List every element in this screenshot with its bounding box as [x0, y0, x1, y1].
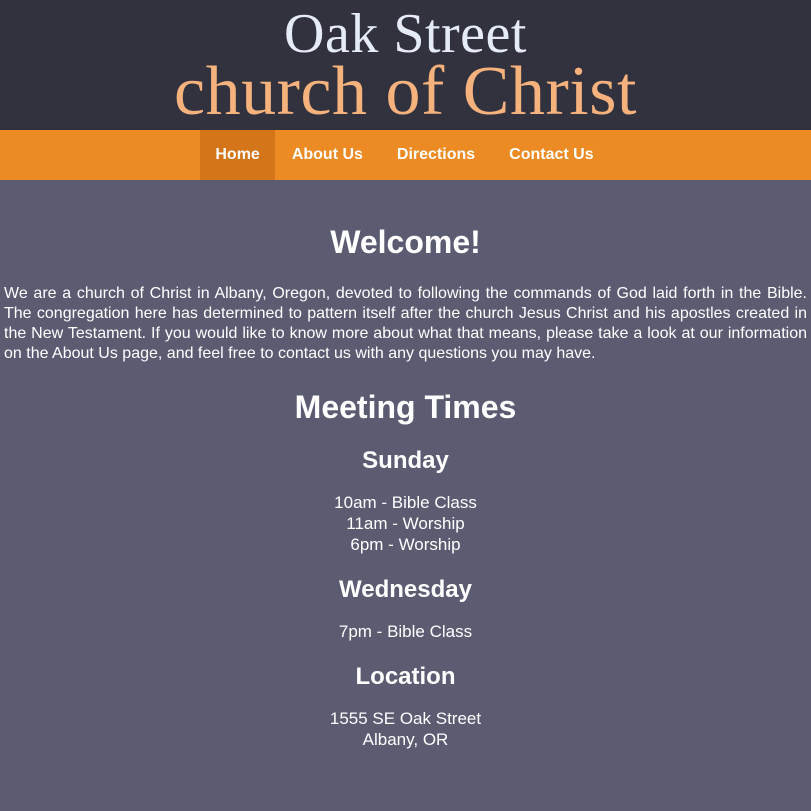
- welcome-heading: Welcome!: [330, 224, 481, 260]
- nav-item-about-us[interactable]: About Us: [275, 130, 380, 180]
- schedule-line: 7pm - Bible Class: [338, 622, 473, 641]
- location-heading: Location: [355, 663, 456, 690]
- schedule-line: 11am - Worship: [346, 514, 465, 533]
- wednesday-heading: Wednesday: [339, 576, 472, 603]
- location-address: 1555 SE Oak Street Albany, OR: [4, 708, 807, 750]
- meeting-times-heading: Meeting Times: [294, 389, 517, 425]
- intro-paragraph: We are a church of Christ in Albany, Ore…: [4, 285, 807, 362]
- wednesday-schedule: 7pm - Bible Class: [4, 621, 807, 642]
- nav-item-home[interactable]: Home: [200, 130, 275, 180]
- address-line: 1555 SE Oak Street: [329, 709, 482, 728]
- schedule-line: 10am - Bible Class: [334, 493, 477, 512]
- main-navigation: Home About Us Directions Contact Us: [0, 130, 811, 180]
- nav-item-contact-us[interactable]: Contact Us: [492, 130, 610, 180]
- logo-title-line2[interactable]: church of Christ: [0, 54, 811, 130]
- main-content: Welcome! We are a church of Christ in Al…: [0, 224, 811, 750]
- address-line: Albany, OR: [362, 730, 449, 749]
- site-header: Oak Street church of Christ: [0, 0, 811, 130]
- schedule-line: 6pm - Worship: [350, 535, 461, 554]
- sunday-schedule: 10am - Bible Class 11am - Worship 6pm - …: [4, 492, 807, 555]
- sunday-heading: Sunday: [362, 447, 449, 474]
- nav-item-directions[interactable]: Directions: [380, 130, 492, 180]
